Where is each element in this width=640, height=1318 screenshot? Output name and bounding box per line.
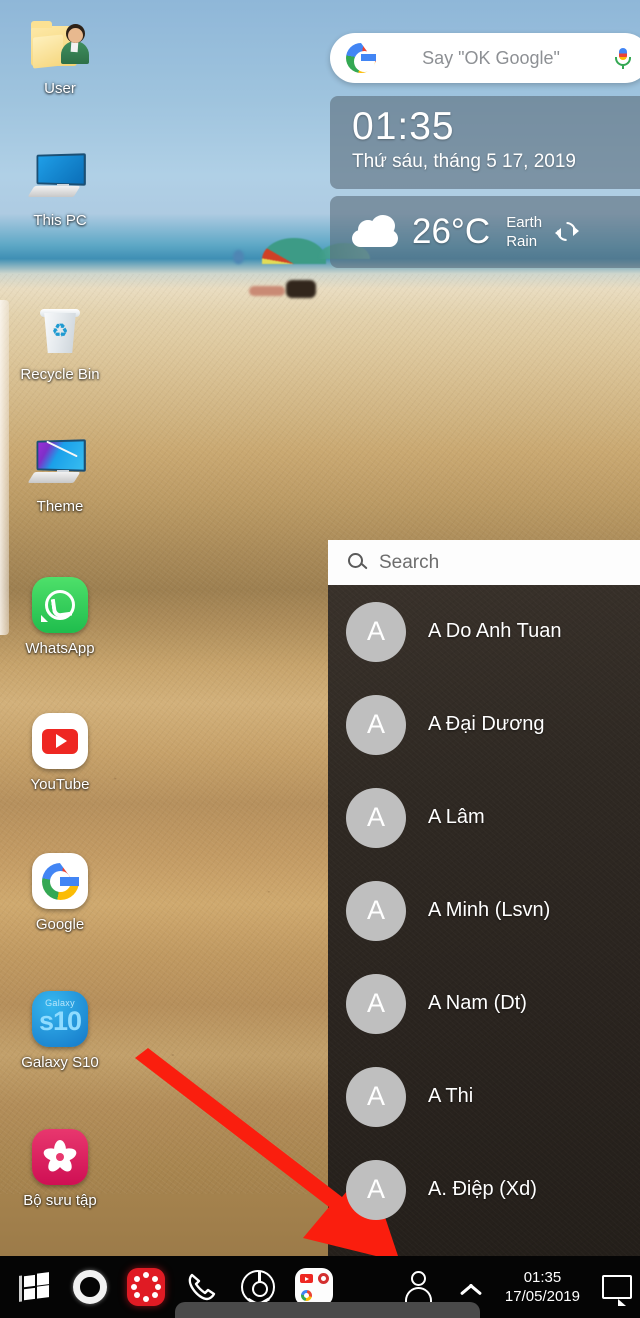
google-search-widget[interactable]: Say "OK Google" <box>330 33 640 83</box>
beach-towel-blob <box>249 286 285 296</box>
desktop-icon-label: YouTube <box>30 776 90 793</box>
clock-time: 01:35 <box>352 105 455 148</box>
desktop-icon-this-pc[interactable]: This PC <box>10 146 110 229</box>
avatar: A <box>346 973 406 1034</box>
google-g-icon <box>346 43 376 73</box>
gallery-flower-icon <box>29 1126 91 1188</box>
cloud-icon <box>352 215 404 247</box>
contact-name: A Đại Dương <box>428 713 545 735</box>
avatar: A <box>346 601 406 662</box>
google-search-placeholder[interactable]: Say "OK Google" <box>376 48 612 69</box>
weather-widget[interactable]: 26°C Earth Rain <box>330 196 640 268</box>
user-folder-icon <box>29 14 91 76</box>
taskbar-time: 01:35 <box>523 1269 562 1286</box>
computer-icon <box>27 146 91 208</box>
contacts-panel[interactable]: Search A A Do Anh Tuan A A Đại Dương A A… <box>328 540 640 1256</box>
recycle-bin-icon: ♻ <box>29 300 91 362</box>
contact-list-item[interactable]: A A Đại Dương <box>328 678 640 771</box>
weather-location-line2: Rain <box>506 233 538 250</box>
taskbar-date: 17/05/2019 <box>504 1288 580 1305</box>
search-icon <box>348 553 368 572</box>
avatar: A <box>346 787 406 848</box>
avatar: A <box>346 694 406 755</box>
contact-list-item[interactable]: A A Thi <box>328 1050 640 1143</box>
microphone-icon[interactable] <box>612 47 634 69</box>
desktop-icon-theme[interactable]: Theme <box>10 432 110 515</box>
weather-location-line1: Earth <box>506 214 543 231</box>
theme-monitor-icon <box>27 432 91 494</box>
whatsapp-icon <box>29 574 91 636</box>
action-center-icon[interactable] <box>602 1275 632 1306</box>
beach-person-blob <box>233 250 244 264</box>
contact-name: A Thi <box>428 1085 474 1107</box>
galaxy-s10-icon: Galaxy s10 <box>29 988 91 1050</box>
desktop-icon-label: WhatsApp <box>25 640 95 657</box>
youtube-icon <box>29 710 91 772</box>
taskbar-clock[interactable]: 01:35 17/05/2019 <box>505 1268 580 1306</box>
refresh-icon[interactable] <box>555 221 580 243</box>
desktop-icon-user[interactable]: User <box>10 14 110 97</box>
desktop-icon-galaxy-s10[interactable]: Galaxy s10 Galaxy S10 <box>10 988 110 1071</box>
contact-list-item[interactable]: A A. Điệp (Xd) <box>328 1143 640 1236</box>
desktop-icon-google[interactable]: Google <box>10 850 110 933</box>
desktop-icon-whatsapp[interactable]: WhatsApp <box>10 574 110 657</box>
windows-start-icon[interactable] <box>6 1259 62 1315</box>
contact-name: A. Điệp (Xd) <box>428 1178 537 1200</box>
screen: User This PC ♻ Recycle Bin Theme WhatsAp… <box>0 0 640 1318</box>
contacts-search-bar[interactable]: Search <box>328 540 640 585</box>
contacts-search-placeholder[interactable]: Search <box>379 552 439 574</box>
desktop-icon-label: This PC <box>33 212 87 229</box>
contact-name: A Nam (Dt) <box>428 992 527 1014</box>
desktop-icon-gallery[interactable]: Bộ sưu tập <box>10 1126 110 1209</box>
navigation-pill[interactable] <box>175 1302 480 1318</box>
people-icon[interactable] <box>403 1271 433 1304</box>
system-tray: 01:35 17/05/2019 <box>403 1268 640 1306</box>
avatar: A <box>346 1066 406 1127</box>
desktop-icon-label: Bộ sưu tập <box>23 1192 97 1209</box>
contact-list-item[interactable]: A A Do Anh Tuan <box>328 585 640 678</box>
contact-name: A Minh (Lsvn) <box>428 899 551 921</box>
weather-temperature: 26°C <box>412 212 491 251</box>
desktop-icon-label: Theme <box>36 498 84 515</box>
chevron-up-icon[interactable] <box>457 1279 483 1295</box>
desktop-icon-recycle-bin[interactable]: ♻ Recycle Bin <box>10 300 110 383</box>
desktop-icon-youtube[interactable]: YouTube <box>10 710 110 793</box>
clock-widget[interactable]: 01:35 Thứ sáu, tháng 5 17, 2019 <box>330 96 640 189</box>
avatar: A <box>346 1159 406 1220</box>
background-window-edge[interactable] <box>0 300 9 635</box>
desktop-icon-label: User <box>44 80 76 97</box>
contact-name: A Lâm <box>428 806 485 828</box>
contact-list-item[interactable]: A A Minh (Lsvn) <box>328 864 640 957</box>
avatar: A <box>346 880 406 941</box>
cortana-circle-icon[interactable] <box>62 1259 118 1315</box>
red-dots-app-icon[interactable] <box>118 1259 174 1315</box>
desktop-icon-label: Google <box>35 916 85 933</box>
phone-glyph <box>188 1273 216 1301</box>
google-icon <box>29 850 91 912</box>
clock-date: Thứ sáu, tháng 5 17, 2019 <box>352 151 576 172</box>
weather-location: Earth Rain <box>506 213 542 251</box>
desktop-icon-label: Galaxy S10 <box>21 1054 99 1071</box>
beach-bag-blob <box>286 280 316 298</box>
contact-list-item[interactable]: A A Lâm <box>328 771 640 864</box>
contact-name: A Do Anh Tuan <box>428 620 562 642</box>
desktop-icon-label: Recycle Bin <box>20 366 100 383</box>
contact-list-item[interactable]: A A Nam (Dt) <box>328 957 640 1050</box>
